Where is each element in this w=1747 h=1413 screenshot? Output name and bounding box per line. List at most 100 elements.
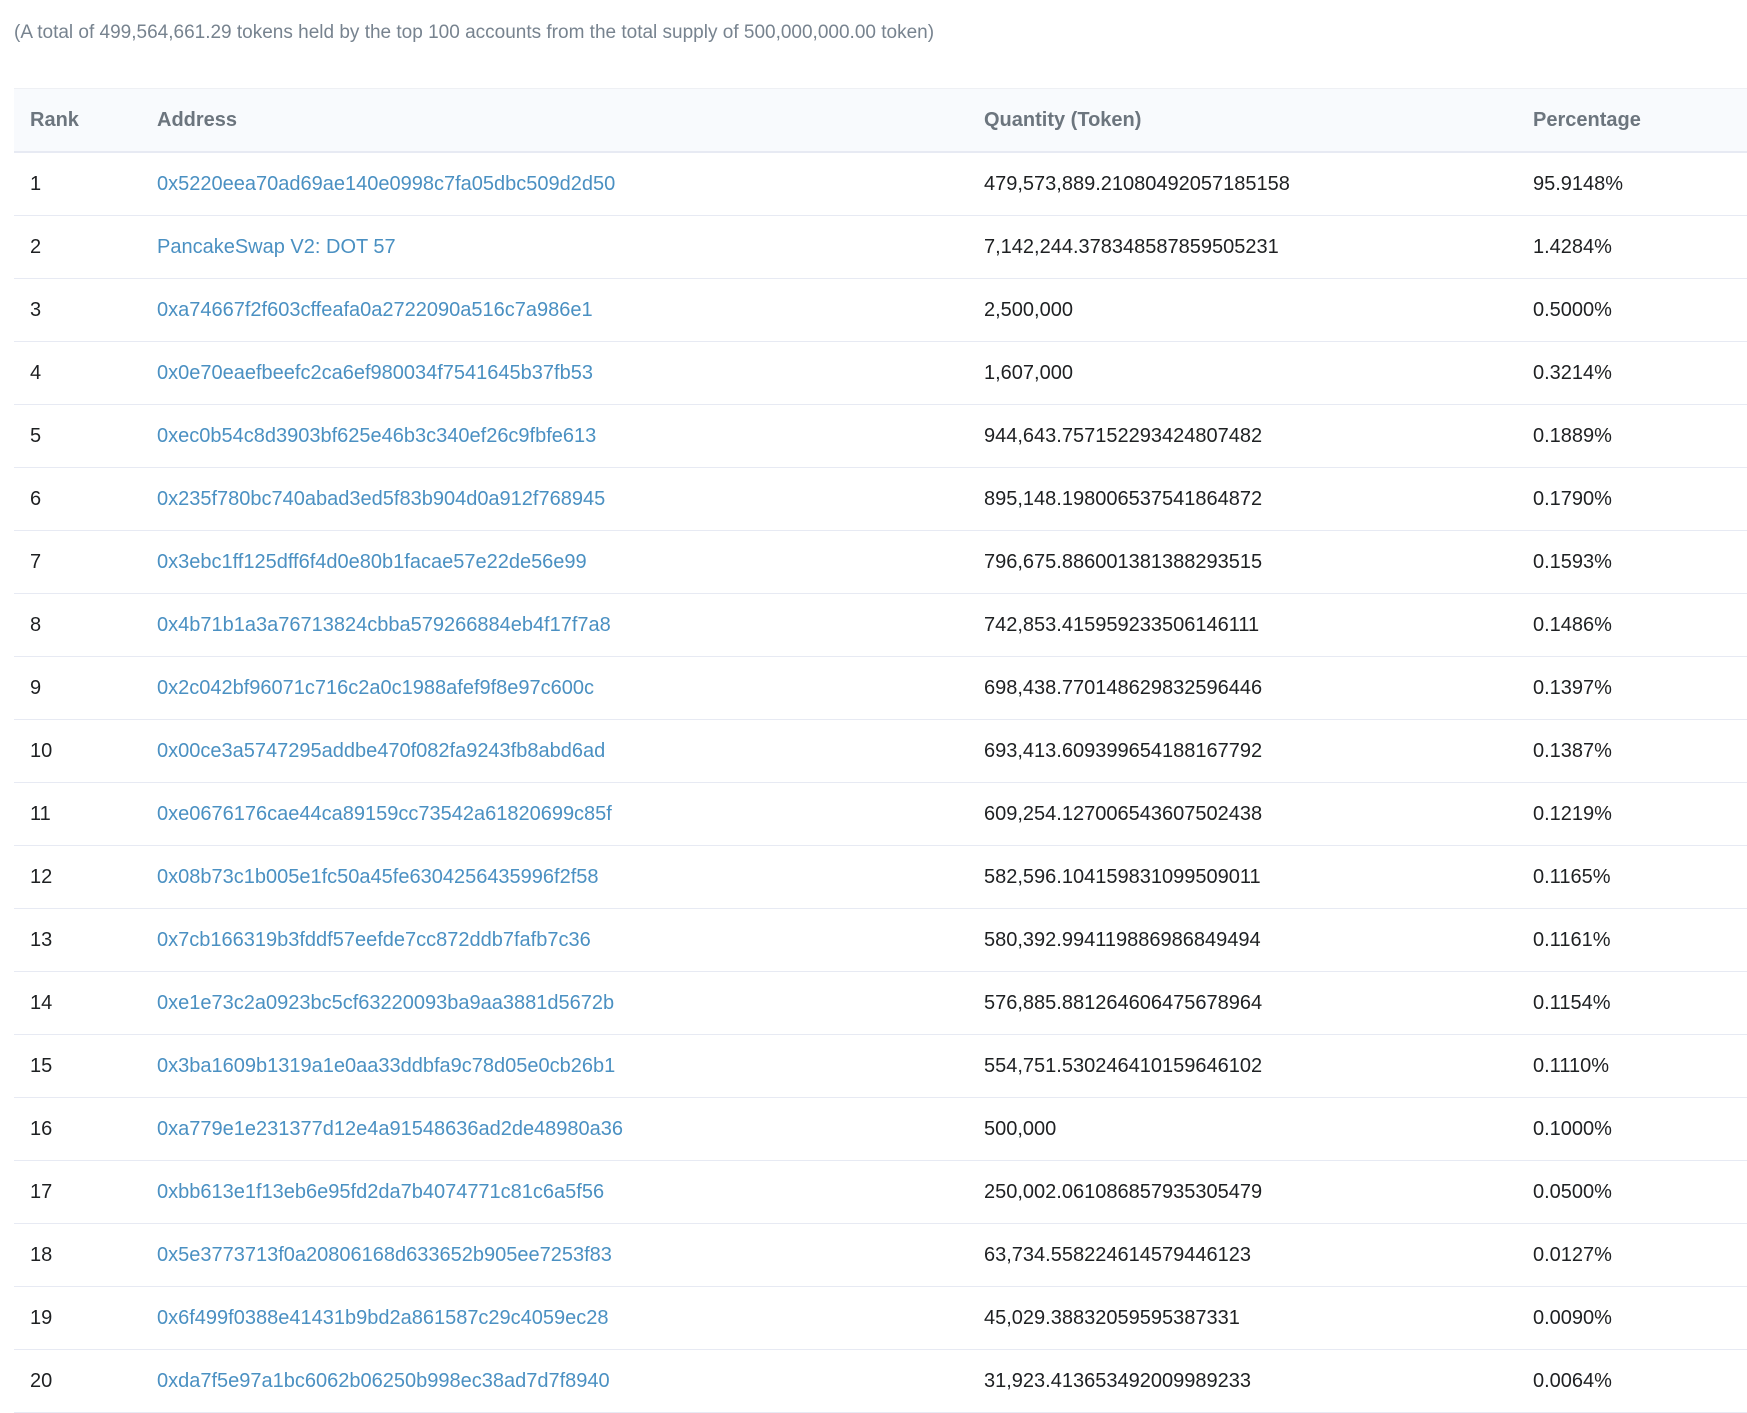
holder-address-link[interactable]: 0x08b73c1b005e1fc50a45fe6304256435996f2f…: [157, 866, 599, 888]
holder-address-link[interactable]: 0xda7f5e97a1bc6062b06250b998ec38ad7d7f89…: [157, 1370, 610, 1392]
address-cell: 0x4b71b1a3a76713824cbba579266884eb4f17f7…: [157, 594, 984, 657]
table-row: 13 0x7cb166319b3fddf57eefde7cc872ddb7fafb…: [14, 909, 1747, 972]
percentage-cell: 0.1165%: [1533, 865, 1611, 888]
address-cell: 0x5220eea70ad69ae140e0998c7fa05dbc509d2d…: [157, 152, 984, 216]
holder-address-link[interactable]: 0xe1e73c2a0923bc5cf63220093ba9aa3881d567…: [157, 992, 614, 1014]
rank-cell: 11: [30, 802, 51, 825]
table-row: 2 PancakeSwap V2: DOT 57 7,142,244.3783485…: [14, 216, 1747, 279]
address-cell: 0xe0676176cae44ca89159cc73542a61820699c8…: [157, 783, 984, 846]
table-row: 17 0xbb613e1f13eb6e95fd2da7b4074771c81c6a…: [14, 1161, 1747, 1224]
address-cell: 0x6f499f0388e41431b9bd2a861587c29c4059ec…: [157, 1287, 984, 1350]
address-cell: 0x3ba1609b1319a1e0aa33ddbfa9c78d05e0cb26…: [157, 1035, 984, 1098]
quantity-cell: 742,853.415959233506146111: [984, 613, 1260, 636]
table-row: 9 0x2c042bf96071c716c2a0c1988afef9f8e97c6…: [14, 657, 1747, 720]
table-row: 3 0xa74667f2f603cffeafa0a2722090a516c7a98…: [14, 279, 1747, 342]
percentage-cell: 0.0090%: [1533, 1306, 1612, 1329]
holder-address-link[interactable]: 0x7cb166319b3fddf57eefde7cc872ddb7fafb7c…: [157, 929, 591, 951]
rank-cell: 19: [30, 1306, 53, 1329]
percentage-cell: 0.0127%: [1533, 1243, 1612, 1266]
address-cell: PancakeSwap V2: DOT 57: [157, 216, 984, 279]
rank-cell: 10: [30, 739, 53, 762]
address-header: Address: [157, 108, 238, 131]
table-header: Rank Address Quantity (Token) Percentage: [14, 88, 1747, 152]
holder-address-link[interactable]: 0x2c042bf96071c716c2a0c1988afef9f8e97c60…: [157, 677, 594, 699]
table-row: 19 0x6f499f0388e41431b9bd2a861587c29c4059…: [14, 1287, 1747, 1350]
holder-address-link[interactable]: PancakeSwap V2: DOT 57: [157, 236, 396, 258]
rank-header: Rank: [30, 108, 79, 131]
rank-cell: 20: [30, 1369, 53, 1392]
rank-cell: 3: [30, 298, 42, 321]
holder-address-link[interactable]: 0x6f499f0388e41431b9bd2a861587c29c4059ec…: [157, 1307, 609, 1329]
holder-address-link[interactable]: 0x235f780bc740abad3ed5f83b904d0a912f7689…: [157, 488, 605, 510]
percentage-cell: 0.1593%: [1533, 550, 1612, 573]
percentage-cell: 0.0500%: [1533, 1180, 1612, 1203]
quantity-cell: 31,923.413653492009989233: [984, 1369, 1251, 1392]
percentage-header: Percentage: [1533, 108, 1641, 131]
percentage-cell: 0.1161%: [1533, 928, 1611, 951]
quantity-cell: 693,413.609399654188167792: [984, 739, 1263, 762]
address-cell: 0x0e70eaefbeefc2ca6ef980034f7541645b37fb…: [157, 342, 984, 405]
rank-cell: 5: [30, 424, 42, 447]
percentage-cell: 0.1219%: [1533, 802, 1612, 825]
holder-address-link[interactable]: 0x5220eea70ad69ae140e0998c7fa05dbc509d2d…: [157, 173, 615, 195]
rank-cell: 14: [30, 991, 53, 1014]
percentage-cell: 0.1000%: [1533, 1117, 1612, 1140]
holder-address-link[interactable]: 0x3ba1609b1319a1e0aa33ddbfa9c78d05e0cb26…: [157, 1055, 615, 1077]
table-row: 7 0x3ebc1ff125dff6f4d0e80b1facae57e22de56…: [14, 531, 1747, 594]
rank-cell: 15: [30, 1054, 53, 1077]
holder-address-link[interactable]: 0x4b71b1a3a76713824cbba579266884eb4f17f7…: [157, 614, 611, 636]
holder-address-link[interactable]: 0xec0b54c8d3903bf625e46b3c340ef26c9fbfe6…: [157, 425, 596, 447]
holder-address-link[interactable]: 0x3ebc1ff125dff6f4d0e80b1facae57e22de56e…: [157, 551, 587, 573]
rank-cell: 4: [30, 361, 42, 384]
table-row: 11 0xe0676176cae44ca89159cc73542a61820699…: [14, 783, 1747, 846]
rank-cell: 7: [30, 550, 42, 573]
holder-address-link[interactable]: 0x00ce3a5747295addbe470f082fa9243fb8abd6…: [157, 740, 605, 762]
address-cell: 0x5e3773713f0a20806168d633652b905ee7253f…: [157, 1224, 984, 1287]
rank-cell: 18: [30, 1243, 53, 1266]
holders-summary: (A total of 499,564,661.29 tokens held b…: [14, 22, 935, 43]
quantity-cell: 698,438.770148629832596446: [984, 676, 1263, 699]
quantity-cell: 45,029.38832059595387331: [984, 1306, 1240, 1329]
table-row: 20 0xda7f5e97a1bc6062b06250b998ec38ad7d7f…: [14, 1350, 1747, 1413]
holder-address-link[interactable]: 0xe0676176cae44ca89159cc73542a61820699c8…: [157, 803, 612, 825]
address-cell: 0xa779e1e231377d12e4a91548636ad2de48980a…: [157, 1098, 984, 1161]
rank-cell: 17: [30, 1180, 53, 1203]
rank-cell: 8: [30, 613, 42, 636]
percentage-cell: 0.1397%: [1533, 676, 1612, 699]
percentage-cell: 0.0064%: [1533, 1369, 1612, 1392]
holders-table: Rank Address Quantity (Token) Percentage…: [14, 88, 1747, 1413]
rank-cell: 9: [30, 676, 42, 699]
address-cell: 0xda7f5e97a1bc6062b06250b998ec38ad7d7f89…: [157, 1350, 984, 1413]
address-cell: 0xe1e73c2a0923bc5cf63220093ba9aa3881d567…: [157, 972, 984, 1035]
table-row: 8 0x4b71b1a3a76713824cbba579266884eb4f17f…: [14, 594, 1747, 657]
quantity-cell: 2,500,000: [984, 298, 1073, 321]
table-row: 18 0x5e3773713f0a20806168d633652b905ee725…: [14, 1224, 1747, 1287]
table-row: 14 0xe1e73c2a0923bc5cf63220093ba9aa3881d5…: [14, 972, 1747, 1035]
percentage-cell: 0.1154%: [1533, 991, 1611, 1014]
address-cell: 0x7cb166319b3fddf57eefde7cc872ddb7fafb7c…: [157, 909, 984, 972]
address-cell: 0xec0b54c8d3903bf625e46b3c340ef26c9fbfe6…: [157, 405, 984, 468]
quantity-cell: 63,734.558224614579446123: [984, 1243, 1251, 1266]
table-row: 10 0x00ce3a5747295addbe470f082fa9243fb8ab…: [14, 720, 1747, 783]
address-cell: 0x00ce3a5747295addbe470f082fa9243fb8abd6…: [157, 720, 984, 783]
table-row: 15 0x3ba1609b1319a1e0aa33ddbfa9c78d05e0cb…: [14, 1035, 1747, 1098]
quantity-cell: 479,573,889.21080492057185158: [984, 172, 1290, 195]
percentage-cell: 95.9148%: [1533, 172, 1624, 195]
percentage-cell: 0.1889%: [1533, 424, 1612, 447]
address-cell: 0xa74667f2f603cffeafa0a2722090a516c7a986…: [157, 279, 984, 342]
table-row: 12 0x08b73c1b005e1fc50a45fe6304256435996f…: [14, 846, 1747, 909]
holder-address-link[interactable]: 0xbb613e1f13eb6e95fd2da7b4074771c81c6a5f…: [157, 1181, 604, 1203]
rank-cell: 6: [30, 487, 42, 510]
rank-cell: 1: [30, 172, 42, 195]
quantity-cell: 895,148.198006537541864872: [984, 487, 1263, 510]
address-cell: 0x235f780bc740abad3ed5f83b904d0a912f7689…: [157, 468, 984, 531]
quantity-cell: 582,596.104159831099509011: [984, 865, 1261, 888]
holder-address-link[interactable]: 0xa74667f2f603cffeafa0a2722090a516c7a986…: [157, 299, 593, 321]
quantity-header: Quantity (Token): [984, 108, 1142, 131]
quantity-cell: 796,675.886001381388293515: [984, 550, 1263, 573]
holder-address-link[interactable]: 0xa779e1e231377d12e4a91548636ad2de48980a…: [157, 1118, 623, 1140]
holder-address-link[interactable]: 0x5e3773713f0a20806168d633652b905ee7253f…: [157, 1244, 612, 1266]
holder-address-link[interactable]: 0x0e70eaefbeefc2ca6ef980034f7541645b37fb…: [157, 362, 593, 384]
quantity-cell: 609,254.127006543607502438: [984, 802, 1263, 825]
percentage-cell: 0.3214%: [1533, 361, 1612, 384]
